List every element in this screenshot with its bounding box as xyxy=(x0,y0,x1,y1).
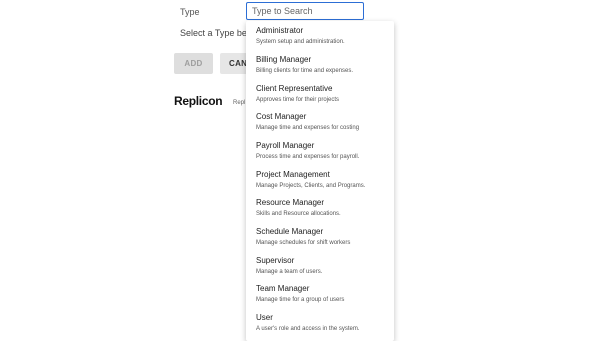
option-title: Payroll Manager xyxy=(256,141,315,150)
option-cost-manager[interactable]: Cost Manager Manage time and expenses fo… xyxy=(246,107,394,135)
option-title: Team Manager xyxy=(256,284,310,293)
option-description: System setup and administration. xyxy=(256,39,345,45)
option-title: User xyxy=(256,313,273,322)
option-description: Approves time for their projects xyxy=(256,97,340,103)
option-title: Cost Manager xyxy=(256,112,307,121)
option-client-representative[interactable]: Client Representative Approves time for … xyxy=(246,79,394,107)
option-administrator[interactable]: Administrator System setup and administr… xyxy=(246,21,394,49)
option-title: Supervisor xyxy=(256,256,295,265)
replicon-logo: Replicon xyxy=(174,94,223,108)
option-title: Client Representative xyxy=(256,84,333,93)
option-title: Billing Manager xyxy=(256,55,312,64)
option-schedule-manager[interactable]: Schedule Manager Manage schedules for sh… xyxy=(246,222,394,250)
option-title: Resource Manager xyxy=(256,198,325,207)
option-description: Manage Projects, Clients, and Programs. xyxy=(256,183,366,189)
option-description: Manage time for a group of users xyxy=(256,297,345,303)
option-description: Manage schedules for shift workers xyxy=(256,240,351,246)
add-button[interactable]: ADD xyxy=(174,53,213,74)
footer-text: Repl xyxy=(233,100,246,106)
option-title: Administrator xyxy=(256,26,304,35)
option-description: Billing clients for time and expenses. xyxy=(256,68,354,74)
option-supervisor[interactable]: Supervisor Manage a team of users. xyxy=(246,251,394,279)
option-billing-manager[interactable]: Billing Manager Billing clients for time… xyxy=(246,50,394,78)
option-resource-manager[interactable]: Resource Manager Skills and Resource all… xyxy=(246,193,394,221)
option-user[interactable]: User A user's role and access in the sys… xyxy=(246,308,394,336)
option-title: Schedule Manager xyxy=(256,227,324,236)
option-description: A user's role and access in the system. xyxy=(256,326,360,332)
type-search-input[interactable] xyxy=(246,2,364,20)
option-title: Project Management xyxy=(256,170,330,179)
type-dropdown: Administrator System setup and administr… xyxy=(246,21,394,341)
option-payroll-manager[interactable]: Payroll Manager Process time and expense… xyxy=(246,136,394,164)
type-label: Type xyxy=(180,7,200,17)
option-team-manager[interactable]: Team Manager Manage time for a group of … xyxy=(246,279,394,307)
option-description: Manage time and expenses for costing xyxy=(256,125,360,131)
option-description: Process time and expenses for payroll. xyxy=(256,154,360,160)
option-project-management[interactable]: Project Management Manage Projects, Clie… xyxy=(246,165,394,193)
option-description: Manage a team of users. xyxy=(256,269,323,275)
option-description: Skills and Resource allocations. xyxy=(256,211,341,217)
